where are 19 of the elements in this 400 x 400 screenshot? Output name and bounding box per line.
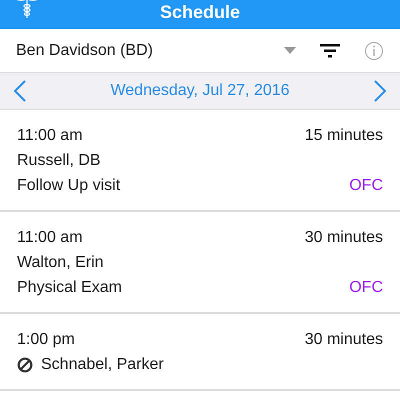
appointment-duration: 30 minutes (304, 330, 383, 350)
patient-name: Schnabel, Parker (41, 354, 164, 374)
info-icon[interactable] (364, 40, 384, 60)
appointment-duration: 15 minutes (304, 126, 383, 146)
appointment-duration: 30 minutes (304, 228, 383, 248)
provider-name: Ben Davidson (BD) (16, 40, 154, 60)
location-code: OFC (349, 278, 383, 298)
patient-name: Russell, DB (17, 150, 101, 170)
patient-name: Walton, Erin (17, 252, 104, 272)
filter-icon[interactable] (320, 44, 340, 58)
dropdown-caret-icon[interactable] (284, 47, 296, 54)
location-code: OFC (349, 176, 383, 196)
visit-type: Follow Up visit (17, 176, 120, 196)
appointment-time: 1:00 pm (17, 330, 75, 350)
appointment-time: 11:00 am (17, 126, 83, 146)
visit-type: Physical Exam (17, 278, 122, 298)
screen-title: Schedule (160, 3, 240, 21)
selected-date: Wednesday, Jul 27, 2016 (110, 81, 290, 101)
appointment-time: 11:00 am (17, 228, 83, 248)
